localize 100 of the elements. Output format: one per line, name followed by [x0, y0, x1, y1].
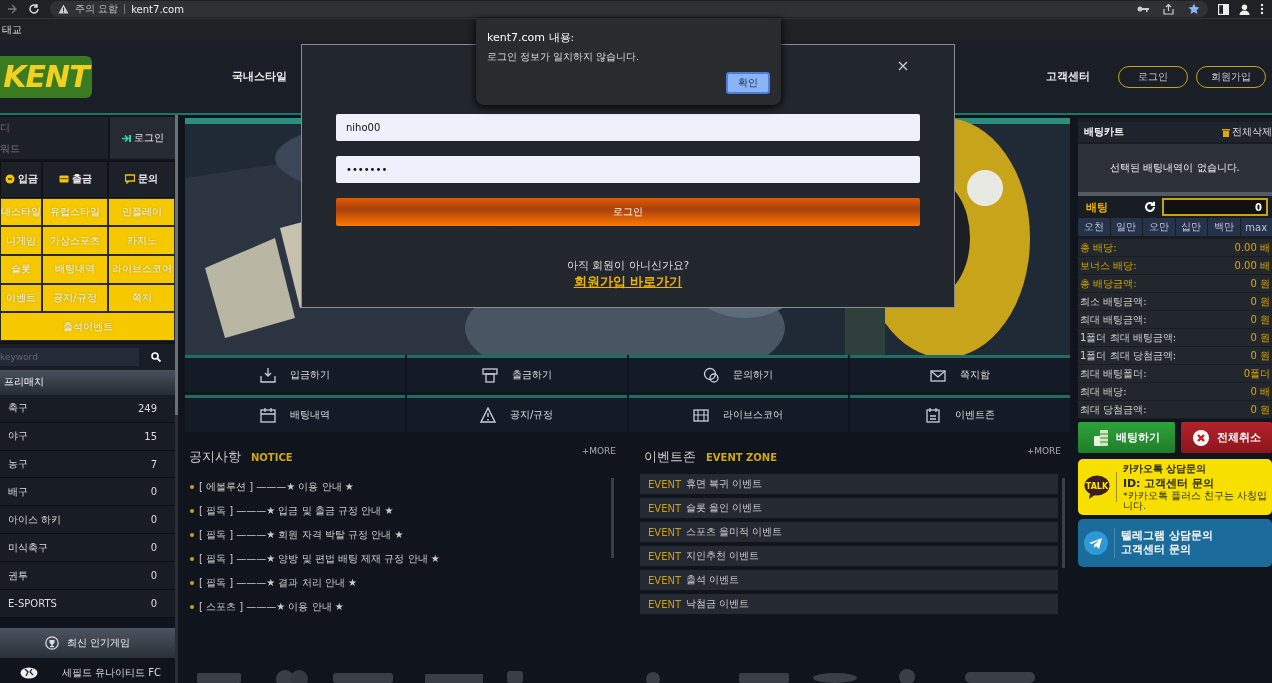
- amount-chip[interactable]: 일만: [1110, 218, 1142, 236]
- quick-link[interactable]: 공지/규정: [406, 395, 627, 432]
- bookmark-item[interactable]: 태교: [0, 22, 24, 37]
- notice-link[interactable]: [ 스포츠 ] ———★ 이용 안내 ★: [199, 600, 344, 614]
- refresh-icon[interactable]: [1144, 201, 1156, 213]
- sport-list-item[interactable]: 아이스 하키 0: [0, 506, 175, 535]
- address-bar[interactable]: 주의 요함 kent7.com: [50, 1, 1208, 17]
- sign-in-icon: [121, 134, 131, 142]
- sport-list-item[interactable]: E-SPORTS 0: [0, 590, 175, 619]
- notice-link[interactable]: [ 필독 ] ———★ 회원 자격 박탈 규정 안내 ★: [199, 528, 404, 542]
- sport-list-item[interactable]: 미식축구 0: [0, 534, 175, 563]
- scrollbar[interactable]: [1062, 478, 1065, 568]
- info-value: 0폴더: [1243, 366, 1270, 381]
- talk-bubble-icon: TALK: [1084, 474, 1110, 499]
- side-tab[interactable]: 입금: [0, 161, 42, 198]
- amount-chip[interactable]: 십만: [1175, 218, 1207, 236]
- bullet-icon: [190, 509, 194, 513]
- cancel-all-button[interactable]: 전체취소: [1181, 422, 1272, 453]
- amount-chip[interactable]: 오만: [1143, 218, 1175, 236]
- sport-list-item[interactable]: 농구 7: [0, 450, 175, 479]
- sport-list-item[interactable]: 권투 0: [0, 562, 175, 591]
- event-list-item[interactable]: EVENT 낙첨금 이벤트: [640, 594, 1058, 614]
- more-link[interactable]: +MORE: [581, 446, 616, 456]
- event-title: 휴면 복귀 이벤트: [686, 477, 763, 491]
- search-field[interactable]: keyword: [0, 347, 139, 366]
- warning-icon: [58, 4, 69, 14]
- password-field[interactable]: 워드: [0, 138, 108, 159]
- sport-list-item[interactable]: 배구 0: [0, 478, 175, 507]
- quick-link[interactable]: 쪽지함: [850, 355, 1070, 392]
- side-tab[interactable]: 출금: [42, 161, 108, 198]
- event-list-item[interactable]: EVENT 슬롯 올인 이벤트: [640, 498, 1058, 518]
- share-icon[interactable]: [1163, 3, 1174, 15]
- reload-icon[interactable]: [28, 3, 40, 15]
- scoreboard-icon: [693, 407, 710, 423]
- scrollbar[interactable]: [175, 115, 178, 683]
- event-tag: EVENT: [648, 502, 682, 514]
- event-title: 지인추천 이벤트: [686, 549, 760, 563]
- event-list-item[interactable]: EVENT 지인추천 이벤트: [640, 546, 1058, 566]
- star-icon[interactable]: [1188, 3, 1200, 15]
- info-label: 최대 배당:: [1080, 384, 1127, 399]
- more-link[interactable]: +MORE: [1026, 446, 1061, 456]
- sport-list-item[interactable]: 축구 249: [0, 394, 175, 423]
- quick-link[interactable]: 입금하기: [185, 355, 405, 392]
- sidebar-icon[interactable]: [1218, 3, 1229, 15]
- search-icon[interactable]: [151, 351, 161, 362]
- amount-chip[interactable]: 오천: [1078, 218, 1110, 236]
- sport-list-item[interactable]: 야구 15: [0, 422, 175, 451]
- ok-button[interactable]: 확인: [726, 72, 770, 94]
- info-label: 최대 배팅폴더:: [1080, 366, 1147, 381]
- contact-note: *카카오톡 플러스 친구는 사칭입니다.: [1122, 491, 1268, 512]
- wallet-icon: [58, 174, 69, 185]
- popular-games-button[interactable]: 최신 인기게임: [0, 628, 175, 658]
- login-button[interactable]: 로그인: [110, 117, 175, 159]
- sport-count: 15: [144, 430, 157, 442]
- notice-link[interactable]: [ 필독 ] ———★ 입금 및 출금 규정 안내 ★: [199, 504, 394, 518]
- nav-link[interactable]: 국내스타일: [232, 69, 287, 84]
- info-value: 0 원: [1250, 276, 1270, 291]
- info-label: 1폴더 최대 배팅금액:: [1080, 330, 1177, 345]
- amount-chip[interactable]: max: [1240, 218, 1272, 236]
- place-bet-button[interactable]: 배팅하기: [1078, 422, 1175, 453]
- section-header: 프리매치: [0, 369, 175, 395]
- username-field[interactable]: 디: [0, 117, 108, 138]
- clear-all-link[interactable]: 전체삭제: [1222, 125, 1272, 139]
- notice-link[interactable]: [ 에볼루션 ] ———★ 이용 안내 ★: [199, 480, 354, 494]
- notice-link[interactable]: [ 필독 ] ———★ 결과 처리 안내 ★: [199, 576, 357, 590]
- username-field[interactable]: niho00: [336, 114, 920, 141]
- nav-link[interactable]: 고객센터: [1046, 69, 1090, 84]
- amount-chip[interactable]: 백만: [1208, 218, 1240, 236]
- key-icon[interactable]: [1137, 4, 1149, 14]
- quick-link[interactable]: 문의하기: [628, 355, 849, 392]
- info-value: 0 배: [1250, 384, 1270, 399]
- signup-link[interactable]: 회원가입 바로가기: [573, 273, 683, 291]
- event-list-item[interactable]: EVENT 휴면 복귀 이벤트: [640, 474, 1058, 494]
- event-list-item[interactable]: EVENT 스포츠 올미적 이벤트: [640, 522, 1058, 542]
- quick-link[interactable]: 라이브스코어: [628, 395, 849, 432]
- sport-count: 0: [150, 570, 157, 582]
- login-button[interactable]: 로그인: [336, 198, 920, 226]
- contact-title: 텔레그램 상담문의: [1121, 528, 1213, 543]
- quick-link[interactable]: 출금하기: [406, 355, 627, 392]
- telegram-contact-card[interactable]: 텔레그램 상담문의 고객센터 문의: [1078, 518, 1272, 567]
- envelope-icon: [930, 367, 947, 383]
- quick-link[interactable]: 이벤트존: [850, 395, 1070, 432]
- password-field[interactable]: •••••••: [336, 156, 920, 183]
- bet-label: 배팅: [1086, 199, 1108, 215]
- quick-link[interactable]: 배팅내역: [185, 395, 405, 432]
- panel-subtitle: EVENT ZONE: [706, 451, 778, 463]
- scrollbar[interactable]: [611, 478, 614, 558]
- event-list-item[interactable]: EVENT 출석 이벤트: [640, 570, 1058, 590]
- notice-link[interactable]: [ 필독 ] ———★ 양방 및 편법 배팅 제재 규정 안내 ★: [199, 552, 440, 566]
- trophy-icon: [44, 636, 59, 651]
- info-value: 0.00 배: [1234, 258, 1270, 273]
- profile-icon[interactable]: [1239, 3, 1250, 15]
- close-icon[interactable]: [898, 61, 908, 71]
- forward-icon[interactable]: [6, 3, 18, 15]
- info-value: 0 원: [1250, 348, 1270, 363]
- menu-icon[interactable]: [1260, 3, 1264, 15]
- bet-amount-field[interactable]: 0: [1162, 198, 1268, 216]
- kakao-contact-card[interactable]: TALK 카카오톡 상담문의 ID: 고객센터 문의 *카카오톡 플러스 친구는 사칭입니다.: [1078, 459, 1272, 515]
- sport-count: 0: [150, 542, 157, 554]
- side-tab[interactable]: 문의: [108, 161, 175, 198]
